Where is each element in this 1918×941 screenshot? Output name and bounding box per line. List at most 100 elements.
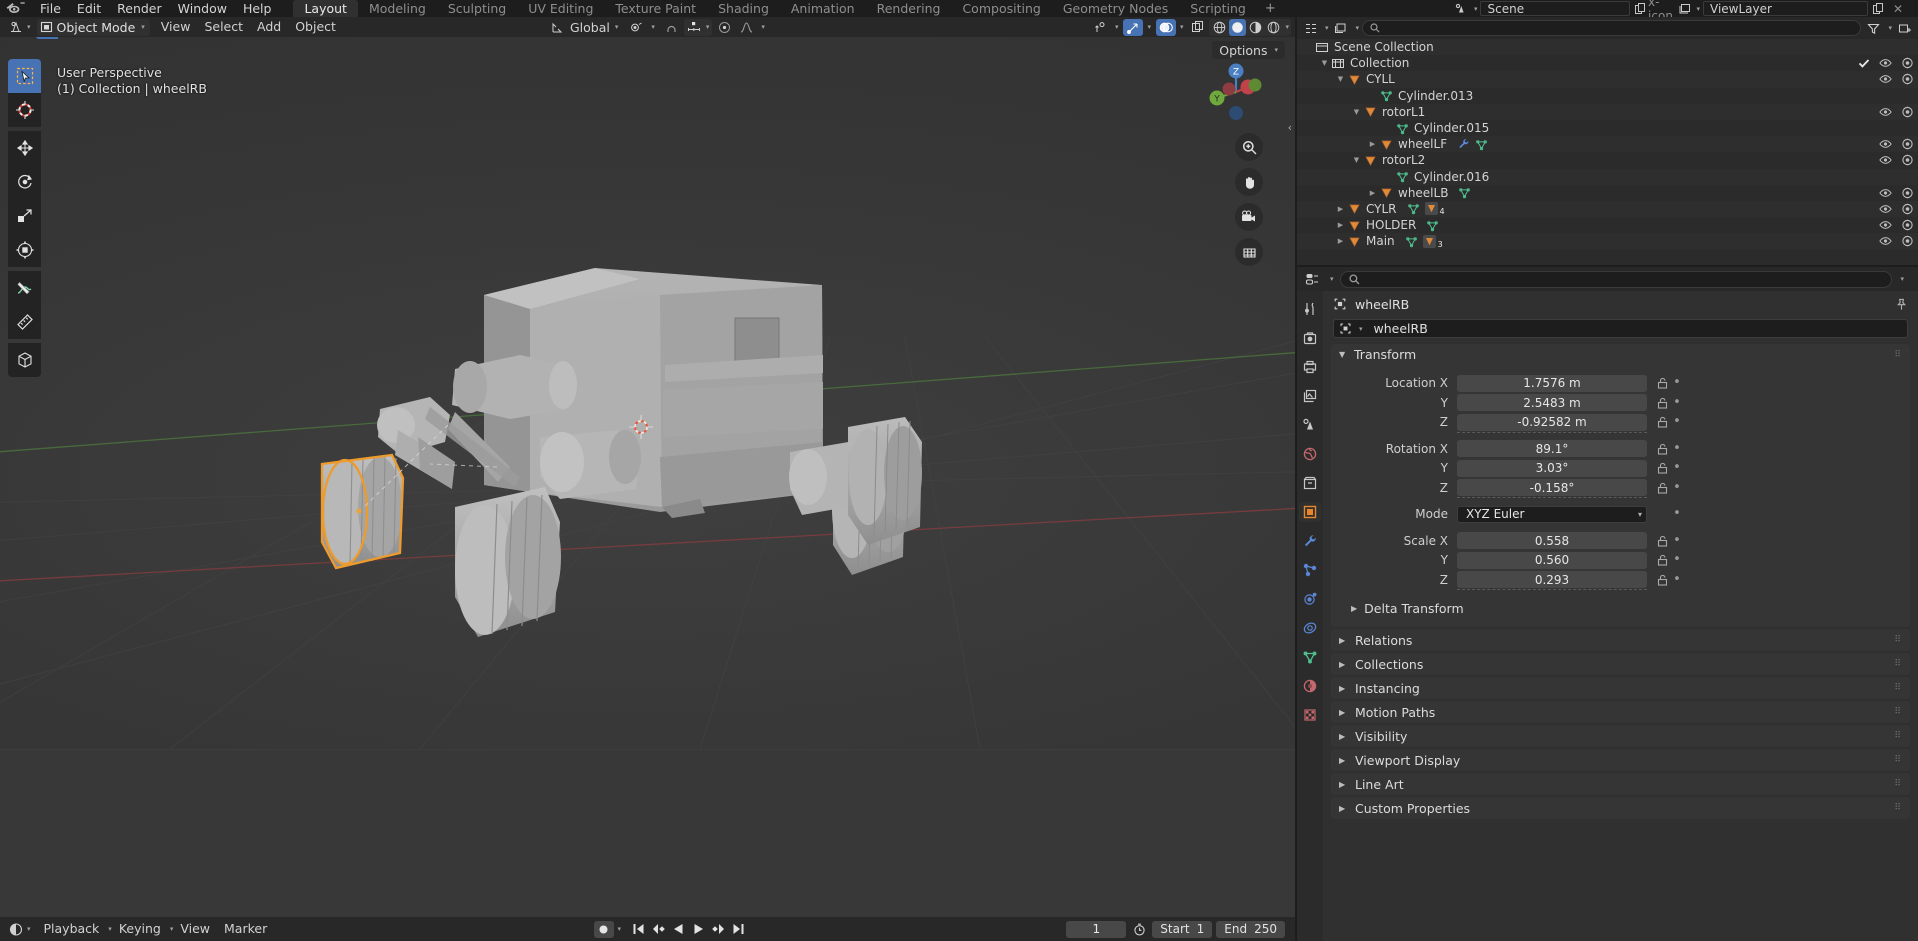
outliner-row-cylr[interactable]: ▶ CYLR 4 [1297, 200, 1918, 218]
disable-in-renders-camera-icon[interactable] [1900, 105, 1914, 119]
overlays-toggle-button[interactable] [1155, 18, 1176, 36]
timeline-menu-keying[interactable]: Keying [112, 919, 168, 939]
lock-rotation-y-icon[interactable] [1653, 462, 1671, 474]
hide-in-viewport-eye-icon[interactable] [1878, 72, 1892, 86]
close-viewlayer-icon[interactable]: ✕ [1888, 1, 1908, 16]
hide-in-viewport-eye-icon[interactable] [1878, 202, 1892, 216]
menu-window[interactable]: Window [170, 0, 235, 17]
animate-location-z-dot[interactable]: • [1671, 415, 1683, 428]
next-keyframe-button[interactable] [709, 920, 727, 938]
hand-pan-icon[interactable] [1235, 168, 1263, 196]
prev-keyframe-button[interactable] [649, 920, 667, 938]
editor-type-3dview-icon[interactable] [6, 19, 25, 36]
mesh-data-icon[interactable] [1475, 138, 1488, 151]
viewport-menu-view[interactable]: View [154, 18, 198, 36]
menu-file[interactable]: File [32, 0, 69, 17]
rotation-y-input[interactable]: 3.03° [1457, 459, 1647, 477]
tab-sculpting[interactable]: Sculpting [437, 0, 517, 17]
panel-line-art[interactable]: ▶ Line Art ⠿ [1331, 773, 1910, 795]
rotation-x-input[interactable]: 89.1° [1457, 440, 1647, 457]
viewlayer-selector[interactable]: ▾ ViewLayer ✕ [1674, 1, 1908, 16]
blender-logo-icon[interactable] [6, 1, 28, 16]
outliner-row-main[interactable]: ▶ Main 3 [1297, 233, 1918, 250]
object-visibility-icon[interactable] [1092, 19, 1111, 36]
cursor-tool[interactable] [8, 93, 41, 127]
camera-view-icon[interactable] [1235, 203, 1263, 231]
texture-tab[interactable] [1299, 705, 1321, 725]
hide-in-viewport-eye-icon[interactable] [1878, 186, 1892, 200]
panel-grip-icon[interactable]: ⠿ [1894, 780, 1902, 789]
object-name-field[interactable]: ▾ wheelRB [1333, 319, 1908, 338]
viewlayer-name-field[interactable]: ViewLayer [1703, 1, 1868, 16]
menu-edit[interactable]: Edit [69, 0, 109, 17]
hide-in-viewport-eye-icon[interactable] [1878, 137, 1892, 151]
animate-location-y-dot[interactable]: • [1671, 396, 1683, 409]
outliner-row-cylinder-016[interactable]: Cylinder.016 [1297, 168, 1918, 185]
animate-scale-z-dot[interactable]: • [1671, 573, 1683, 586]
disclosure-triangle-icon[interactable]: ▶ [1335, 237, 1346, 245]
viewport-options-button[interactable]: Options ▾ [1212, 41, 1285, 59]
scale-z-input[interactable]: 0.293 [1457, 571, 1647, 590]
proportional-edit-icon[interactable] [715, 19, 734, 36]
sidebar-collapse-arrow-icon[interactable]: ‹ [1288, 121, 1292, 134]
properties-search-input[interactable] [1339, 270, 1893, 288]
panel-visibility[interactable]: ▶ Visibility ⠿ [1331, 725, 1910, 747]
outliner-display-mode-icon[interactable] [1332, 20, 1351, 37]
outliner-search-input[interactable] [1362, 20, 1862, 36]
location-y-input[interactable]: 2.5483 m [1457, 394, 1647, 411]
tab-layout[interactable]: Layout [293, 0, 358, 17]
duplicate-viewlayer-icon[interactable] [1868, 1, 1888, 16]
render-tab[interactable] [1299, 328, 1321, 348]
annotate-tool[interactable] [8, 271, 41, 305]
select-subtract-icon[interactable] [82, 37, 104, 39]
shading-wireframe-icon[interactable] [1211, 19, 1228, 36]
hide-in-viewport-eye-icon[interactable] [1878, 105, 1892, 119]
outliner-row-holder[interactable]: ▶ HOLDER [1297, 217, 1918, 234]
outliner-row-rotorl2[interactable]: ▼ rotorL2 [1297, 152, 1918, 169]
pin-icon[interactable] [1895, 298, 1908, 311]
auto-keying-record-icon[interactable] [593, 920, 614, 938]
outliner-row-scene-collection[interactable]: Scene Collection [1297, 39, 1918, 56]
tab-rendering[interactable]: Rendering [866, 0, 952, 17]
hide-in-viewport-eye-icon[interactable] [1878, 218, 1892, 232]
animate-scale-x-dot[interactable]: • [1671, 534, 1683, 547]
disclosure-triangle-icon[interactable]: ▶ [1367, 140, 1378, 148]
add-workspace-button[interactable]: + [1257, 0, 1284, 17]
new-collection-icon[interactable] [1895, 20, 1914, 37]
measure-tool[interactable] [8, 305, 41, 339]
xray-toggle-icon[interactable] [1188, 19, 1207, 36]
scene-tab[interactable] [1299, 415, 1321, 435]
collection-checkbox[interactable] [1858, 58, 1870, 69]
disable-in-renders-camera-icon[interactable] [1900, 218, 1914, 232]
physics-tab[interactable] [1299, 589, 1321, 609]
disable-in-renders-camera-icon[interactable] [1900, 72, 1914, 86]
disable-in-renders-camera-icon[interactable] [1900, 56, 1914, 70]
panel-grip-icon[interactable]: ⠿ [1894, 804, 1902, 813]
select-intersect-icon[interactable] [128, 37, 150, 39]
outliner-row-wheellf[interactable]: ▶ wheelLF [1297, 136, 1918, 153]
disclosure-triangle-icon[interactable]: ▼ [1335, 75, 1346, 83]
move-tool[interactable] [8, 131, 41, 165]
disclosure-triangle-icon[interactable]: ▶ [1335, 205, 1346, 213]
location-z-input[interactable]: -0.92582 m [1457, 413, 1647, 433]
transform-tool[interactable] [8, 233, 41, 267]
tab-modeling[interactable]: Modeling [358, 0, 437, 17]
current-frame-input[interactable]: 1 [1066, 920, 1127, 938]
animate-rotation-y-dot[interactable]: • [1671, 461, 1683, 474]
disable-in-renders-camera-icon[interactable] [1900, 234, 1914, 248]
modifiers-tab[interactable] [1299, 531, 1321, 551]
outliner-row-wheellb[interactable]: ▶ wheelLB [1297, 184, 1918, 201]
transform-orientation-label[interactable]: Global [570, 20, 610, 35]
shading-solid-icon[interactable] [1229, 18, 1247, 36]
orthographic-toggle-icon[interactable] [1235, 238, 1263, 266]
animate-scale-y-dot[interactable]: • [1671, 553, 1683, 566]
tool-tab[interactable] [1299, 299, 1321, 319]
panel-motion-paths[interactable]: ▶ Motion Paths ⠿ [1331, 701, 1910, 723]
filter-funnel-icon[interactable] [1864, 20, 1883, 37]
mesh-data-icon[interactable] [1405, 235, 1418, 248]
shading-rendered-icon[interactable] [1265, 19, 1282, 36]
rover-3d-model[interactable] [0, 37, 1295, 749]
timeline-menu-view[interactable]: View [173, 919, 217, 939]
3d-viewport[interactable]: User Perspective (1) Collection | wheelR… [0, 37, 1295, 749]
rotation-z-input[interactable]: -0.158° [1457, 479, 1647, 498]
